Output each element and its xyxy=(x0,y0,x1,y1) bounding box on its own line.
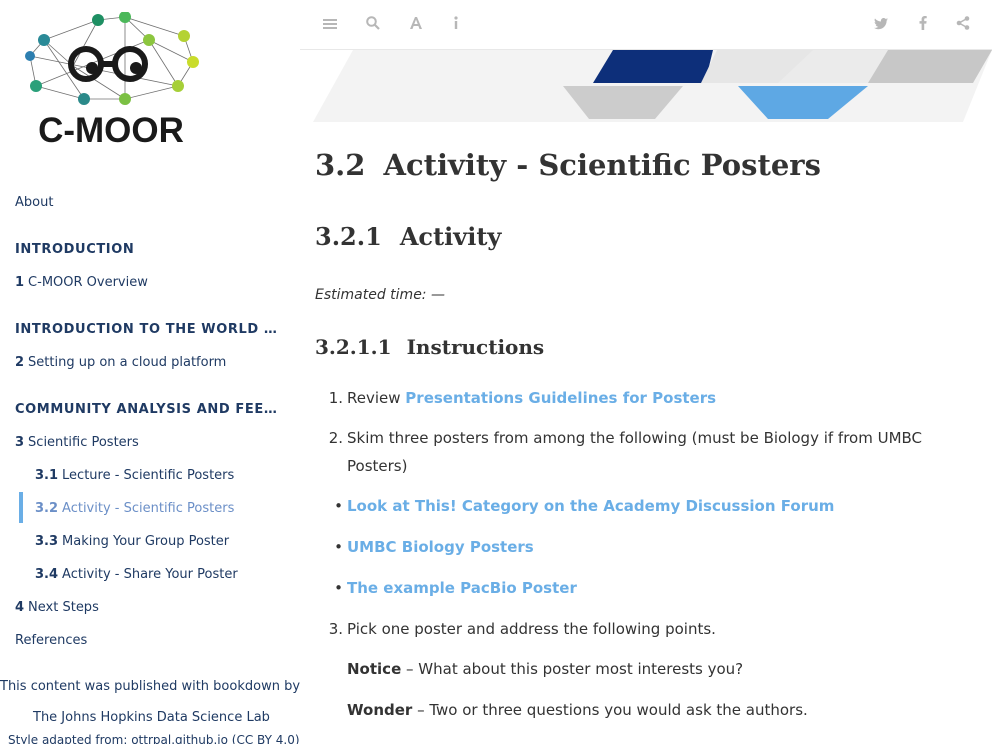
header-banner xyxy=(313,50,992,122)
toc-item[interactable]: 3.3 Making Your Group Poster xyxy=(0,525,285,558)
toc-item[interactable]: 3.4 Activity - Share Your Poster xyxy=(0,558,285,591)
list-item: 1. Review Presentations Guidelines for P… xyxy=(328,389,717,407)
toc-item-active[interactable]: 3.2 Activity - Scientific Posters xyxy=(0,492,285,525)
logo-text: C-MOOR xyxy=(38,111,184,150)
list-item: • The example PacBio Poster xyxy=(334,579,577,597)
published-by-label: This content was published with bookdown… xyxy=(0,679,300,694)
c-moor-logo[interactable]: C-MOOR xyxy=(18,12,204,152)
style-credit-label: Style adapted from: ottrpal.github.io (C… xyxy=(8,733,300,744)
sidebar: C-MOOR About INTRODUCTION 1 C-MOOR Overview… xyxy=(0,0,300,744)
list-item: Notice – What about this poster most int… xyxy=(347,660,744,678)
list-icon[interactable] xyxy=(320,15,340,35)
toc-item[interactable]: 4 Next Steps xyxy=(0,591,285,624)
estimated-time: Estimated time: — xyxy=(315,287,445,303)
toc-part-header: INTRODUCTION xyxy=(15,242,135,257)
toc-item[interactable]: 2 Setting up on a cloud platform xyxy=(0,346,285,379)
info-icon[interactable] xyxy=(446,15,466,35)
toc-part-header: COMMUNITY ANALYSIS AND FEEDBACK xyxy=(15,402,285,417)
pacbio-poster-link[interactable]: The example PacBio Poster xyxy=(347,579,577,597)
toc-item[interactable]: About xyxy=(0,186,285,219)
toc-nav: About INTRODUCTION 1 C-MOOR Overview INTRODU… xyxy=(0,186,300,744)
toc-item[interactable]: 3 Scientific Posters xyxy=(0,426,285,459)
toc-item[interactable]: 3.1 Lecture - Scientific Posters xyxy=(0,459,285,492)
list-item: • UMBC Biology Posters xyxy=(334,538,534,556)
list-item: 3. Pick one poster and address the follo… xyxy=(328,620,716,638)
list-item: 2. Skim three posters from among the fol… xyxy=(328,429,923,475)
guidelines-link[interactable]: Presentations Guidelines for Posters xyxy=(405,389,716,407)
academy-forum-link[interactable]: Look at This! Category on the Academy Di… xyxy=(347,497,834,515)
toc-part-header: INTRODUCTION TO THE WORLD OF RES… xyxy=(15,322,285,337)
umbc-posters-link[interactable]: UMBC Biology Posters xyxy=(347,538,534,556)
search-icon[interactable] xyxy=(363,15,383,35)
page-title: 3.2 Activity - Scientific Posters xyxy=(315,148,821,182)
facebook-icon[interactable] xyxy=(913,15,933,35)
toc-item[interactable]: References xyxy=(0,624,285,657)
credit-link[interactable]: The Johns Hopkins Data Science Lab xyxy=(0,702,300,733)
twitter-icon[interactable] xyxy=(871,15,891,35)
section-heading-instructions: 3.2.1.1 Instructions xyxy=(315,335,545,359)
section-heading-activity: 3.2.1 Activity xyxy=(315,222,502,251)
share-icon[interactable] xyxy=(953,15,973,35)
book-toolbar xyxy=(300,0,992,50)
list-item: Wonder – Two or three questions you woul… xyxy=(347,701,808,719)
list-item: • Look at This! Category on the Academy … xyxy=(334,497,835,515)
toc-item[interactable]: 1 C-MOOR Overview xyxy=(0,266,285,299)
font-icon[interactable] xyxy=(406,15,426,35)
